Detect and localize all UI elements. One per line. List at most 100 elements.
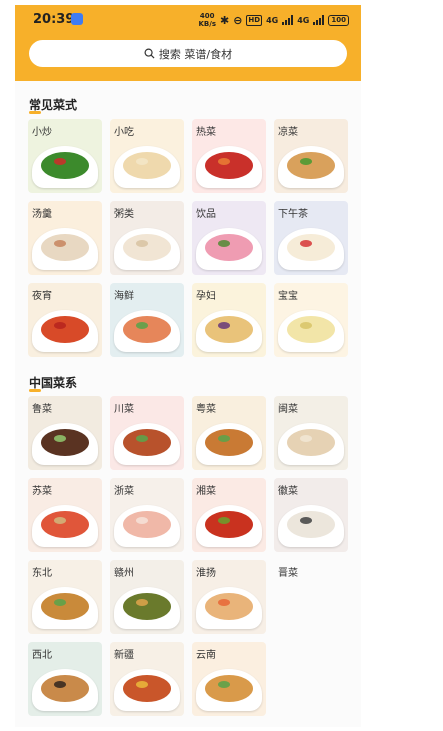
category-label: 宝宝 [278, 291, 298, 302]
dish-image [32, 423, 98, 465]
dish-image [114, 228, 180, 270]
category-label: 海鲜 [114, 291, 134, 302]
category-label: 晋菜 [278, 568, 298, 579]
dish-image [278, 310, 344, 352]
link-icon: ⊖ [233, 13, 243, 27]
category-label: 浙菜 [114, 486, 134, 497]
search-icon [144, 48, 155, 59]
dish-image [114, 587, 180, 629]
category-label: 热菜 [196, 127, 216, 138]
dish-image [114, 146, 180, 188]
category-card[interactable]: 浙菜 [110, 478, 184, 552]
section-title-chinese: 中国菜系 [29, 376, 78, 392]
category-card[interactable]: 夜宵 [28, 283, 102, 357]
dish-image [32, 669, 98, 711]
status-time: 20:39 [33, 12, 75, 27]
search-bar[interactable]: 搜索 菜谱/食材 [29, 40, 347, 67]
category-card[interactable]: 汤羹 [28, 201, 102, 275]
dish-image [196, 146, 262, 188]
category-label: 凉菜 [278, 127, 298, 138]
dish-image [32, 310, 98, 352]
app-screen: 20:39 400 KB/s ✱ ⊖ HD 4G 4G 100 搜索 菜谱/食材… [15, 5, 361, 727]
dish-image [278, 146, 344, 188]
dish-image [278, 423, 344, 465]
category-card[interactable]: 西北 [28, 642, 102, 716]
net-speed: 400 KB/s [198, 12, 216, 28]
category-card[interactable]: 海鲜 [110, 283, 184, 357]
category-card[interactable]: 鲁菜 [28, 396, 102, 470]
category-label: 西北 [32, 650, 52, 661]
category-label: 小吃 [114, 127, 134, 138]
dish-image [278, 505, 344, 547]
category-card[interactable]: 湘菜 [192, 478, 266, 552]
category-card[interactable]: 新疆 [110, 642, 184, 716]
category-label: 川菜 [114, 404, 134, 415]
category-card[interactable]: 东北 [28, 560, 102, 634]
category-label: 闽菜 [278, 404, 298, 415]
category-label: 赣州 [114, 568, 134, 579]
category-grid-chinese: 鲁菜 川菜 粤菜 闽菜苏菜 浙菜 湘菜 徽菜东北 赣州 淮扬 晋菜西北 新疆 云南 [28, 396, 348, 716]
category-card[interactable]: 小吃 [110, 119, 184, 193]
category-card[interactable]: 川菜 [110, 396, 184, 470]
category-label: 苏菜 [32, 486, 52, 497]
app-notification-icon [71, 13, 83, 25]
dish-image [196, 423, 262, 465]
status-bar: 20:39 400 KB/s ✱ ⊖ HD 4G 4G 100 [15, 5, 361, 35]
category-label: 小炒 [32, 127, 52, 138]
dish-image [196, 310, 262, 352]
category-card[interactable]: 小炒 [28, 119, 102, 193]
dish-image [196, 228, 262, 270]
category-label: 东北 [32, 568, 52, 579]
dish-image [32, 587, 98, 629]
category-card[interactable]: 云南 [192, 642, 266, 716]
dish-image [32, 146, 98, 188]
bluetooth-icon: ✱ [219, 13, 230, 27]
category-card[interactable]: 苏菜 [28, 478, 102, 552]
category-card[interactable]: 孕妇 [192, 283, 266, 357]
signal-icon [282, 15, 294, 25]
category-label: 夜宵 [32, 291, 52, 302]
category-card[interactable]: 赣州 [110, 560, 184, 634]
status-icons: 400 KB/s ✱ ⊖ HD 4G 4G 100 [198, 12, 349, 28]
category-grid-common: 小炒 小吃 热菜 凉菜汤羹 粥类 饮品 下午茶夜宵 海鲜 孕妇 宝宝 [28, 119, 348, 357]
dish-image [196, 669, 262, 711]
dish-image [114, 505, 180, 547]
category-label: 云南 [196, 650, 216, 661]
category-card[interactable]: 下午茶 [274, 201, 348, 275]
dish-image [32, 228, 98, 270]
dish-image [196, 587, 262, 629]
category-card[interactable]: 粥类 [110, 201, 184, 275]
category-label: 孕妇 [196, 291, 216, 302]
category-label: 汤羹 [32, 209, 52, 220]
category-card[interactable]: 粤菜 [192, 396, 266, 470]
hd-icon: HD [246, 14, 263, 26]
category-label: 饮品 [196, 209, 216, 220]
category-label: 徽菜 [278, 486, 298, 497]
category-label: 鲁菜 [32, 404, 52, 415]
category-label: 淮扬 [196, 568, 216, 579]
search-placeholder: 搜索 菜谱/食材 [158, 47, 233, 61]
signal-icon-2 [313, 15, 325, 25]
section-title-common: 常见菜式 [29, 98, 78, 114]
network-type-1: 4G [266, 15, 279, 25]
dish-image [196, 505, 262, 547]
battery-icon: 100 [328, 14, 349, 26]
dish-image [32, 505, 98, 547]
category-card[interactable]: 闽菜 [274, 396, 348, 470]
category-card[interactable]: 晋菜 [274, 560, 348, 634]
header: 20:39 400 KB/s ✱ ⊖ HD 4G 4G 100 搜索 菜谱/食材 [15, 5, 361, 81]
dish-image [114, 310, 180, 352]
category-card[interactable]: 淮扬 [192, 560, 266, 634]
category-card[interactable]: 饮品 [192, 201, 266, 275]
category-label: 下午茶 [278, 209, 308, 220]
category-card[interactable]: 凉菜 [274, 119, 348, 193]
dish-image [278, 228, 344, 270]
category-label: 新疆 [114, 650, 134, 661]
category-label: 湘菜 [196, 486, 216, 497]
category-card[interactable]: 徽菜 [274, 478, 348, 552]
network-type-2: 4G [297, 15, 310, 25]
category-card[interactable]: 宝宝 [274, 283, 348, 357]
category-label: 粤菜 [196, 404, 216, 415]
category-label: 粥类 [114, 209, 134, 220]
category-card[interactable]: 热菜 [192, 119, 266, 193]
